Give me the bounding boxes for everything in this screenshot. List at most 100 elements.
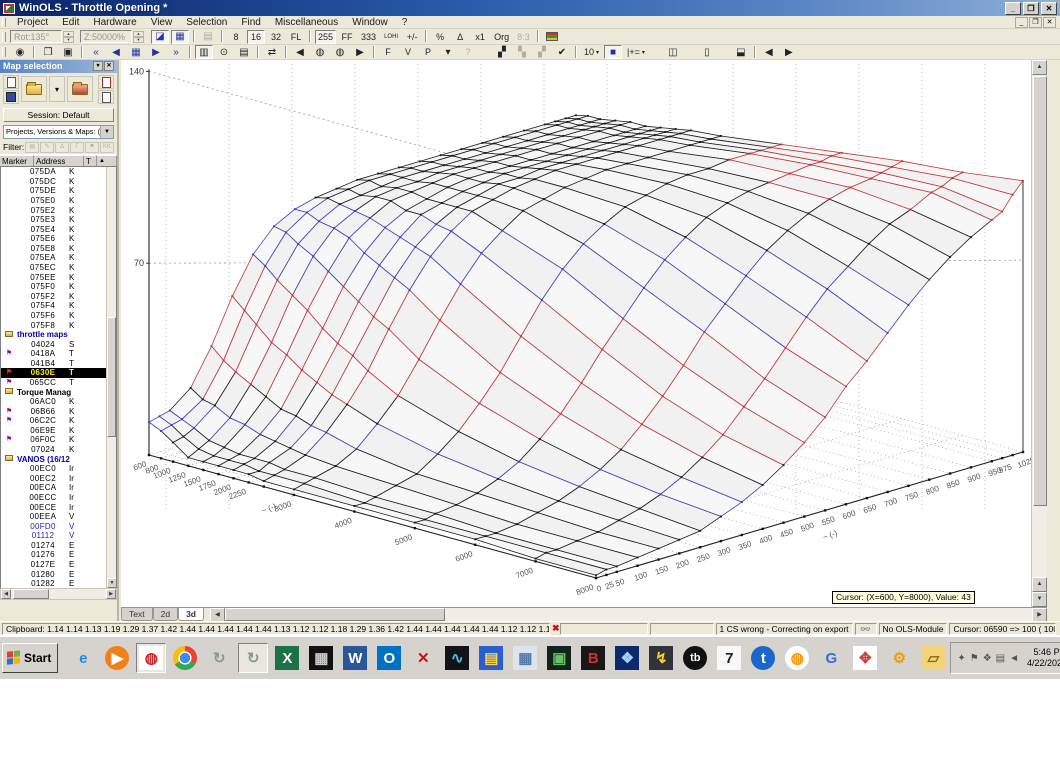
map-row[interactable]: 075E8 K: [1, 244, 116, 254]
split-vert-button[interactable]: ▯: [697, 45, 716, 59]
add-map-button[interactable]: [98, 90, 114, 104]
open-project-dropdown[interactable]: ▾: [49, 76, 65, 102]
display-lohi-button[interactable]: LOHI: [381, 29, 402, 44]
display-oct-button[interactable]: 333: [358, 29, 380, 44]
menu-item-project[interactable]: Project: [10, 16, 55, 29]
tray-display-icon[interactable]: ▤: [996, 653, 1005, 664]
menu-item-view[interactable]: View: [144, 16, 180, 29]
split-quad-button[interactable]: ◫: [663, 45, 682, 59]
list-scroll-right-icon[interactable]: ▶: [106, 589, 116, 599]
next-map-button[interactable]: ▶: [147, 45, 165, 59]
session-button[interactable]: Session: Default: [3, 108, 114, 122]
width-mode-dropdown[interactable]: |+= ▾: [624, 45, 648, 59]
restore-button[interactable]: ❐: [1023, 1, 1039, 15]
map-row[interactable]: 06AC0 K: [1, 397, 116, 407]
map-row[interactable]: 075F6 K: [1, 311, 116, 321]
show-dropdown[interactable]: ▾: [439, 45, 457, 59]
next-version-button[interactable]: ▶: [351, 45, 369, 59]
tray-network-icon[interactable]: ❖: [983, 653, 992, 664]
preview-button[interactable]: ▤: [235, 45, 253, 59]
percent-button[interactable]: %: [431, 29, 450, 44]
tab-2d[interactable]: 2d: [152, 608, 179, 621]
map-row[interactable]: 075E2 K: [1, 205, 116, 215]
map-row[interactable]: 01282 E: [1, 579, 116, 588]
taskbar-calculator-icon[interactable]: ▦: [510, 643, 540, 673]
open-project-button[interactable]: [21, 76, 47, 102]
map-vertical-scrollbar[interactable]: ▲ ▲ ▼: [1031, 60, 1047, 607]
chart-2-button[interactable]: ▚: [513, 45, 531, 59]
scroll-left-button[interactable]: ◀: [759, 45, 778, 59]
map-row[interactable]: ⚑ 06F0C K: [1, 435, 116, 445]
map-vscroll-thumb[interactable]: [1033, 76, 1047, 506]
filter-gamma-icon[interactable]: Γ: [70, 141, 85, 153]
map-row[interactable]: 00EEA V: [1, 512, 116, 522]
debug-button[interactable]: ◉: [11, 45, 29, 59]
tray-clock[interactable]: 5:46 PM 4/22/2021: [1027, 647, 1060, 669]
map-row[interactable]: 075DE K: [1, 186, 116, 196]
surface-plot[interactable]: 7014060080010001250150017502000225030004…: [121, 60, 1031, 607]
map-horizontal-scrollbar[interactable]: ◀ ▶: [209, 608, 1047, 623]
map-folder-row[interactable]: VANOS (16/12: [1, 454, 116, 464]
menu-item-?[interactable]: ?: [395, 16, 415, 29]
map-row[interactable]: 075F2 K: [1, 292, 116, 302]
show-p-button[interactable]: P: [419, 45, 437, 59]
scroll-right-button[interactable]: ▶: [779, 45, 798, 59]
taskbar-ie-icon[interactable]: e: [68, 643, 98, 673]
taskbar-chrome-icon[interactable]: [170, 643, 200, 673]
map-row[interactable]: 075E4 K: [1, 224, 116, 234]
zoom-stepper[interactable]: Z:50000% ▲ ▼: [80, 30, 144, 43]
modified-version-button[interactable]: ◍: [331, 45, 349, 59]
taskbar-cubes-icon[interactable]: ❖: [612, 643, 642, 673]
map-row[interactable]: 075DC K: [1, 177, 116, 187]
map-row[interactable]: 00ECA Ir: [1, 483, 116, 493]
taskbar-b-app-icon[interactable]: B: [578, 643, 608, 673]
filter-flag-icon[interactable]: ⚑: [85, 141, 100, 153]
taskbar-commander-icon[interactable]: ▤: [476, 643, 506, 673]
close-button[interactable]: ✕: [1041, 1, 1057, 15]
map-row[interactable]: 00ECC Ir: [1, 493, 116, 503]
search-button[interactable]: ⊙: [215, 45, 233, 59]
cascade-windows-button[interactable]: ❐: [39, 45, 57, 59]
taskbar-sync-1-icon[interactable]: ↻: [204, 643, 234, 673]
tray-volume-icon[interactable]: ◄: [1009, 653, 1019, 664]
taskbar-sync-2-icon[interactable]: ↻: [238, 643, 269, 673]
map-row[interactable]: 01280 E: [1, 569, 116, 579]
toolbar-grip[interactable]: [2, 31, 6, 42]
list-hscroll-thumb[interactable]: [13, 589, 49, 599]
taskbar-x-app-icon[interactable]: ✕: [408, 643, 438, 673]
original-button[interactable]: Org: [491, 29, 513, 44]
toolbar-grip-2[interactable]: [2, 47, 6, 57]
ratio-button[interactable]: 8:3: [514, 29, 533, 44]
bits-float-button[interactable]: FL: [287, 29, 305, 44]
taskbar-map-app-icon[interactable]: ▣: [544, 643, 574, 673]
chart-3-button[interactable]: ▞: [533, 45, 551, 59]
taskbar-outlook-icon[interactable]: O: [374, 643, 404, 673]
menu-item-edit[interactable]: Edit: [55, 16, 86, 29]
map-row[interactable]: 075E6 K: [1, 234, 116, 244]
filter-kk-icon[interactable]: KK: [100, 141, 114, 153]
filter-delta-icon[interactable]: Δ: [55, 141, 70, 153]
color-scale-button[interactable]: [542, 29, 561, 44]
sync-button[interactable]: ⇄: [263, 45, 281, 59]
map-selection-titlebar[interactable]: Map selection ▾ ✕: [0, 60, 117, 73]
first-map-button[interactable]: «: [87, 45, 105, 59]
map-row[interactable]: 01274 E: [1, 541, 116, 551]
new-map-button[interactable]: [3, 75, 19, 89]
taskbar-thunderbird-icon[interactable]: t: [748, 643, 778, 673]
rotation-stepper[interactable]: Rot:135° ▲ ▼: [10, 30, 74, 43]
map-row[interactable]: 075DA K: [1, 167, 116, 177]
zoom-down-icon[interactable]: ▼: [133, 36, 144, 43]
taskbar-chip-icon[interactable]: ▦: [306, 643, 336, 673]
import-project-button[interactable]: [67, 76, 93, 102]
filter-edit-icon[interactable]: ✎: [40, 141, 55, 153]
show-v-button[interactable]: V: [399, 45, 417, 59]
map-row[interactable]: 0127E E: [1, 560, 116, 570]
list-horizontal-scrollbar[interactable]: ◀ ▶: [0, 588, 117, 600]
factor-button[interactable]: x1: [471, 29, 490, 44]
prev-map-button[interactable]: ◀: [107, 45, 125, 59]
map-row[interactable]: 01112 V: [1, 531, 116, 541]
save-map-button[interactable]: [3, 90, 19, 104]
display-dec-button[interactable]: 255: [315, 29, 337, 44]
menu-item-selection[interactable]: Selection: [179, 16, 234, 29]
map-row[interactable]: 075E3 K: [1, 215, 116, 225]
